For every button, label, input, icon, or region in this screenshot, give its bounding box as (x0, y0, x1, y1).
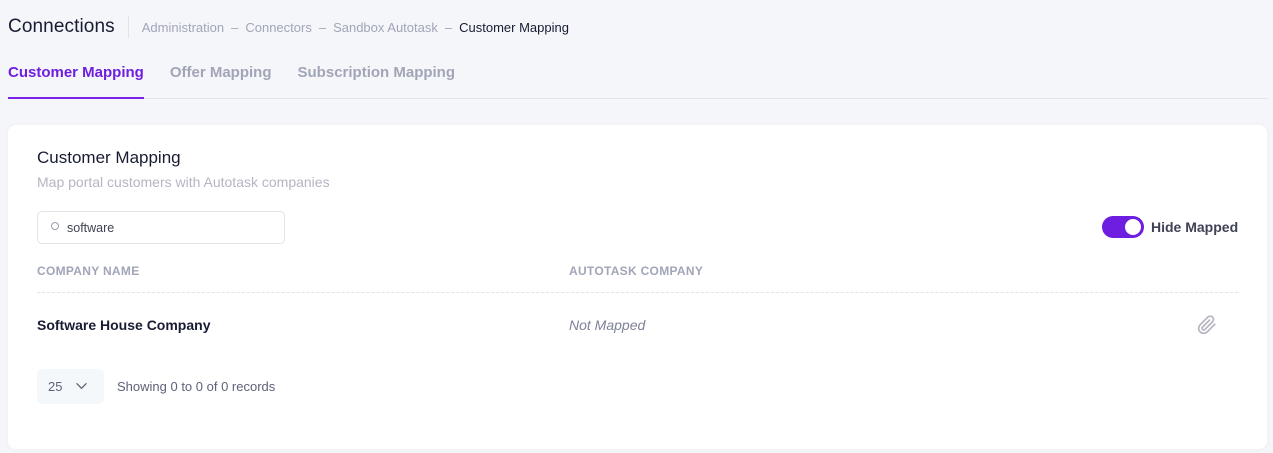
records-info: Showing 0 to 0 of 0 records (117, 379, 276, 394)
hide-mapped-label: Hide Mapped (1151, 219, 1239, 235)
card-subtitle: Map portal customers with Autotask compa… (37, 174, 330, 190)
page-size-value: 25 (48, 379, 63, 394)
breadcrumb-connectors[interactable]: Connectors (245, 20, 311, 35)
mapping-tabs: Customer Mapping Offer Mapping Subscript… (8, 56, 1268, 99)
cell-autotask-company: Not Mapped (569, 317, 646, 333)
hide-mapped-toggle[interactable] (1102, 216, 1144, 238)
breadcrumb: Administration – Connectors – Sandbox Au… (142, 20, 569, 35)
cell-company-name: Software House Company (37, 317, 211, 333)
toggle-knob (1125, 219, 1141, 235)
breadcrumb-separator: – (318, 19, 327, 35)
tab-subscription-mapping[interactable]: Subscription Mapping (298, 56, 456, 98)
search-box[interactable] (37, 211, 285, 244)
column-header-company-name: Company Name (37, 264, 140, 278)
paperclip-icon[interactable] (1197, 315, 1217, 335)
chevron-down-icon (76, 383, 87, 389)
table-header-divider (37, 292, 1238, 293)
breadcrumb-administration[interactable]: Administration (142, 20, 224, 35)
hide-mapped-toggle-wrap: Hide Mapped (1102, 216, 1238, 238)
page-header: Connections Administration – Connectors … (8, 14, 569, 40)
search-input[interactable] (67, 220, 267, 235)
tab-offer-mapping[interactable]: Offer Mapping (170, 56, 272, 98)
breadcrumb-separator: – (444, 19, 453, 35)
customer-mapping-card: Customer Mapping Map portal customers wi… (8, 125, 1267, 449)
card-title: Customer Mapping (37, 148, 181, 167)
page-title: Connections (8, 16, 115, 37)
breadcrumb-separator: – (231, 19, 239, 35)
breadcrumb-sandbox-autotask[interactable]: Sandbox Autotask (333, 20, 438, 35)
title-divider (127, 16, 129, 38)
breadcrumb-customer-mapping: Customer Mapping (459, 19, 569, 35)
tab-customer-mapping[interactable]: Customer Mapping (8, 56, 144, 99)
page-size-select[interactable]: 25 (37, 369, 104, 404)
search-icon (51, 222, 59, 230)
column-header-autotask-company: Autotask Company (569, 264, 704, 278)
